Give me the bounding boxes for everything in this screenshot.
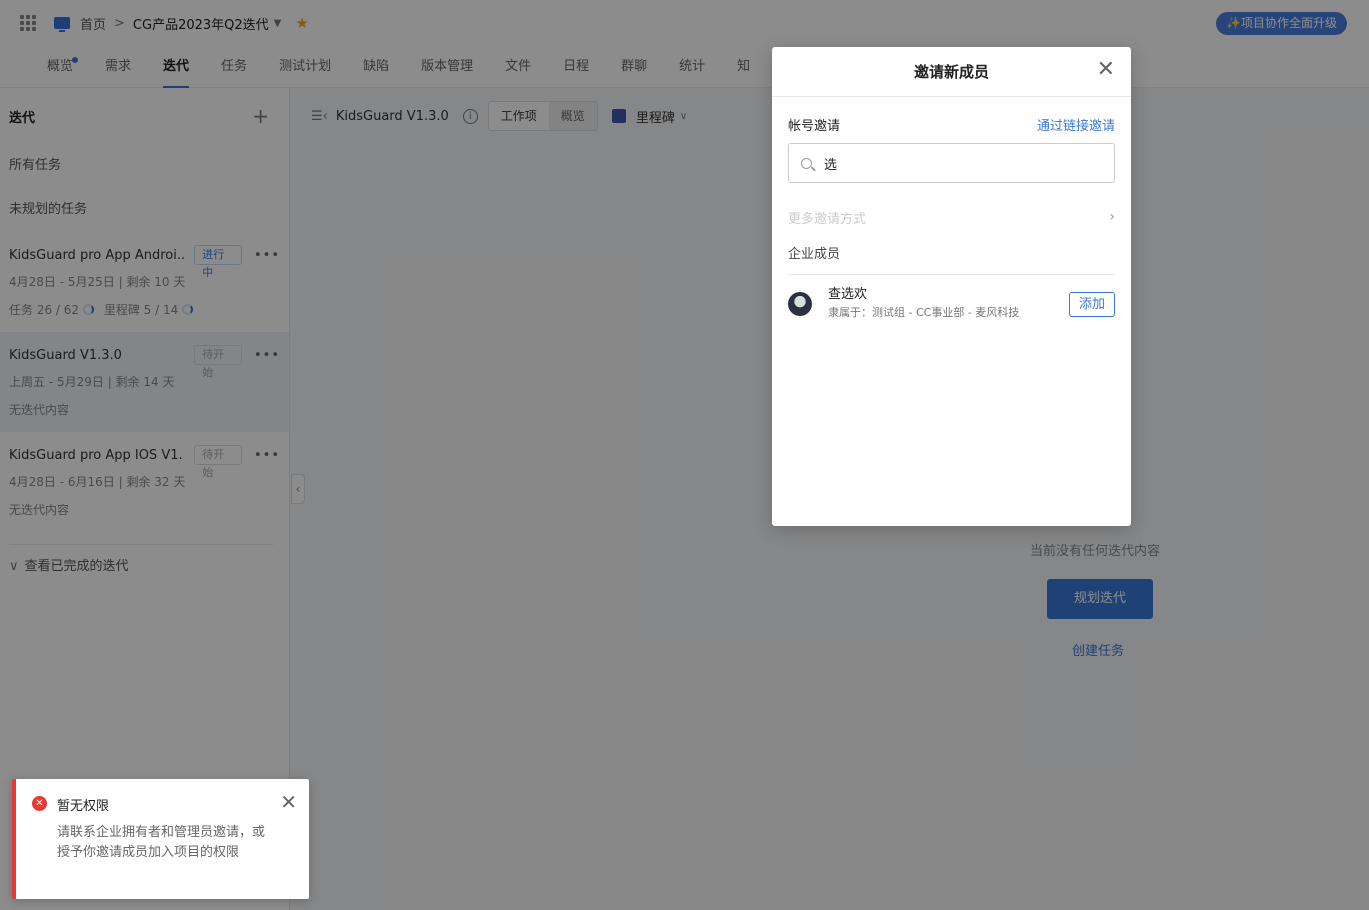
error-toast: ✕ 暂无权限 ✕ 请联系企业拥有者和管理员邀请，或授予你邀请成员加入项目的权限: [12, 779, 309, 899]
invite-member-modal: 邀请新成员 ✕ 帐号邀请 通过链接邀请 更多邀请方式 › 企业成员 查选欢 隶属…: [772, 47, 1131, 526]
invite-by-link[interactable]: 通过链接邀请: [1037, 115, 1115, 134]
close-icon[interactable]: ✕: [1097, 59, 1115, 81]
more-invite-methods[interactable]: 更多邀请方式 ›: [788, 199, 1115, 235]
toast-title: 暂无权限: [57, 799, 110, 814]
close-icon[interactable]: ✕: [280, 792, 297, 812]
modal-title: 邀请新成员: [913, 63, 989, 81]
more-methods-label: 更多邀请方式: [788, 211, 867, 227]
modal-overlay[interactable]: [0, 0, 1369, 910]
account-invite-label: 帐号邀请: [788, 118, 841, 134]
chevron-right-icon: ›: [1109, 209, 1115, 225]
member-name: 查选欢: [828, 287, 868, 302]
member-row: 查选欢 隶属于：测试组 - CC事业部 - 麦风科技 添加: [788, 275, 1115, 333]
error-icon: ✕: [32, 796, 47, 811]
search-icon: [801, 157, 812, 169]
enterprise-members-label: 企业成员: [788, 235, 1115, 275]
avatar: [788, 292, 812, 316]
member-search-input[interactable]: [823, 155, 1102, 171]
modal-header: 邀请新成员 ✕: [772, 47, 1131, 97]
member-org: 隶属于：测试组 - CC事业部 - 麦风科技: [828, 306, 1020, 319]
toast-message: 请联系企业拥有者和管理员邀请，或授予你邀请成员加入项目的权限: [57, 825, 266, 860]
add-member-button[interactable]: 添加: [1069, 291, 1115, 317]
member-search-box[interactable]: [788, 143, 1115, 183]
